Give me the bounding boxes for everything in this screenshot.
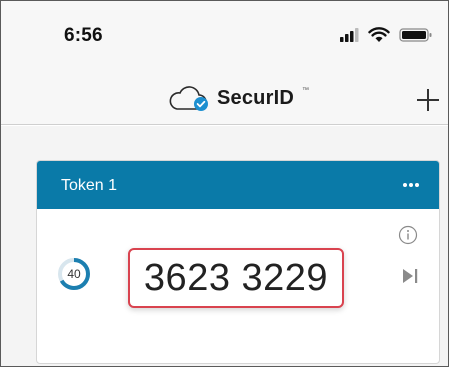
wifi-icon [368, 27, 390, 42]
info-icon [398, 225, 418, 245]
token-card-header: Token 1 [37, 161, 439, 209]
app-header: 6:56 SecurID ™ [1, 1, 448, 125]
status-time: 6:56 [64, 25, 103, 46]
add-token-button[interactable] [413, 85, 443, 115]
token-menu-button[interactable] [397, 173, 425, 197]
passcode: 3623 3229 [143, 257, 329, 299]
countdown-timer: 40 [57, 257, 91, 291]
countdown-seconds: 40 [67, 267, 81, 281]
plus-icon [417, 89, 439, 111]
status-icons [339, 27, 439, 43]
token-card: Token 1 40 3623 3229 [36, 160, 440, 364]
passcode-highlight[interactable]: 3623 3229 [128, 248, 344, 308]
skip-next-icon [403, 269, 418, 283]
trademark: ™ [302, 87, 309, 94]
token-list: Token 1 40 3623 3229 [1, 126, 448, 366]
app-logo: SecurID ™ [169, 81, 319, 115]
next-code-button[interactable] [399, 265, 421, 287]
battery-icon [399, 28, 432, 42]
app-screen: 6:56 SecurID ™ Token 1 40 3623 3229 [0, 0, 449, 367]
more-dots-icon [403, 183, 419, 187]
cloud-check-icon [169, 86, 208, 111]
navigation-bar: SecurID ™ [1, 75, 448, 125]
info-button[interactable] [398, 225, 418, 245]
token-name: Token 1 [61, 177, 118, 194]
signal-icon [340, 28, 359, 42]
app-title: SecurID [217, 87, 294, 109]
